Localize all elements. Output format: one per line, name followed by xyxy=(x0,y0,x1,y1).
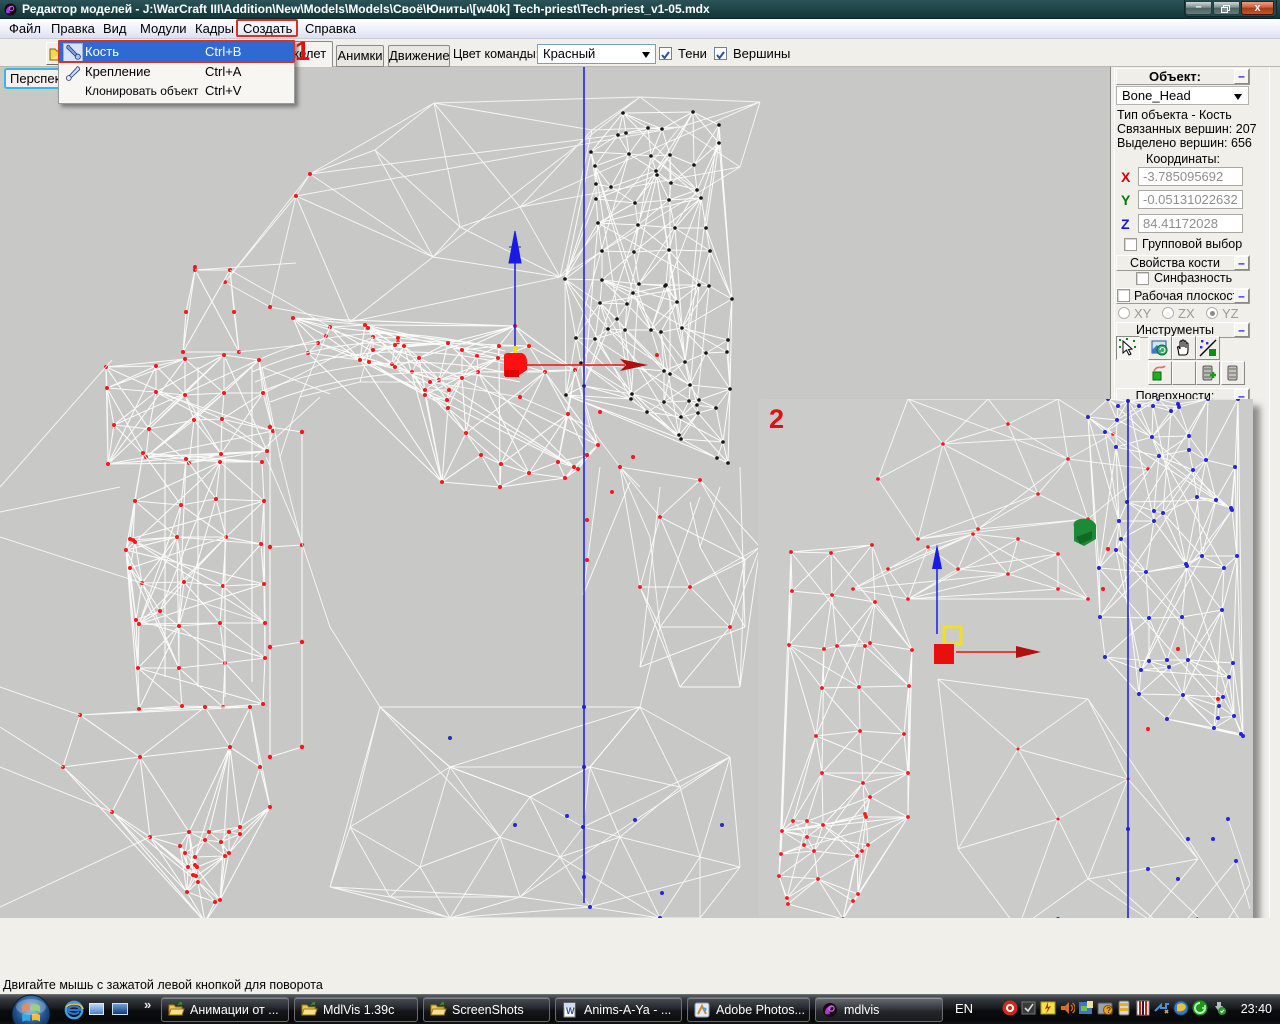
svg-text:?: ? xyxy=(1106,1006,1111,1015)
svg-text:W: W xyxy=(566,1006,575,1016)
